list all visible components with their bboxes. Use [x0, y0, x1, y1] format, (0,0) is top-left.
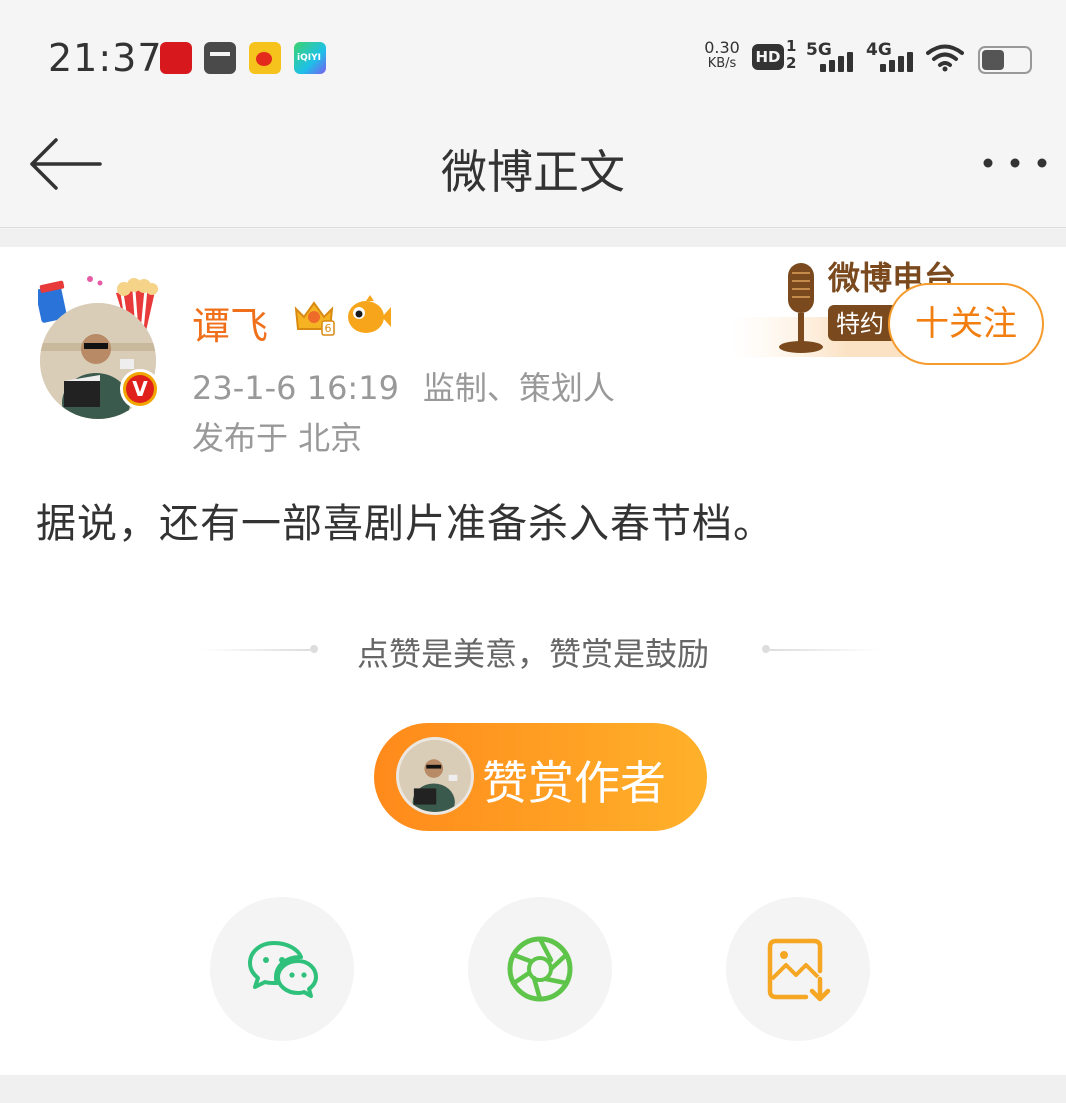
save-image-icon: [767, 938, 831, 1002]
divider-dot-right: [762, 645, 770, 653]
reward-button-label: 赞赏作者: [482, 756, 666, 810]
svg-text:6: 6: [325, 322, 332, 335]
reward-caption: 点赞是美意，赞赏是鼓励: [356, 635, 709, 673]
divider-line-right: [770, 649, 880, 651]
moments-aperture-icon: [507, 936, 573, 1002]
iqiyi-notification-icon: iQIYI: [294, 42, 326, 74]
network-speed-unit: KB/s: [707, 56, 737, 71]
save-image-button[interactable]: [726, 897, 870, 1041]
post-location: 发布于 北京: [192, 419, 363, 457]
reward-avatar: [396, 737, 474, 815]
post-time: 23-1-6 16:19: [192, 369, 399, 407]
reward-author-button[interactable]: 赞赏作者: [374, 723, 707, 831]
vip-crown-icon[interactable]: 6: [292, 297, 336, 337]
author-name[interactable]: 谭飞: [192, 295, 268, 350]
follow-button[interactable]: 十关注: [888, 283, 1044, 365]
wallet-notification-icon: [204, 42, 236, 74]
network-speed-value: 0.30: [704, 38, 740, 57]
news-app-notification-icon: [160, 42, 192, 74]
network-speed: 0.30 KB/s: [700, 40, 744, 72]
hd-sim-indicator: 1 2: [786, 37, 797, 72]
bottom-divider: [0, 1075, 1066, 1103]
wechat-icon: [248, 941, 318, 998]
section-divider: [0, 229, 1066, 247]
share-moments-button[interactable]: [468, 897, 612, 1041]
author-description: 监制、策划人: [422, 369, 615, 407]
share-wechat-button[interactable]: [210, 897, 354, 1041]
status-bar: 21:37 iQIYI 0.30 KB/s HD 1 2 5G 4G: [0, 0, 1066, 110]
hd-voice-badge: HD: [752, 44, 784, 70]
author-avatar-wrap[interactable]: V: [38, 273, 160, 419]
post-meta: 23-1-6 16:19 监制、策划人: [192, 363, 615, 409]
post-text: 据说，还有一部喜剧片准备杀入春节档。: [36, 501, 774, 547]
weibo-notification-icon: [249, 42, 281, 74]
page-title: 微博正文: [441, 145, 625, 199]
svg-text:特约: 特约: [836, 310, 884, 338]
fan-badge-icon[interactable]: [344, 295, 392, 337]
more-options-icon[interactable]: [980, 148, 1050, 178]
wifi-icon: [926, 44, 964, 72]
verified-badge-icon: V: [120, 369, 160, 409]
status-time: 21:37: [48, 36, 163, 80]
nav-bar: 微博正文: [0, 110, 1066, 228]
post-card: V 谭飞 6 23-1-6 16:19 监制、策划人 发布于 北京 微博电台 特…: [0, 247, 1066, 1075]
battery-icon: [978, 46, 1032, 74]
